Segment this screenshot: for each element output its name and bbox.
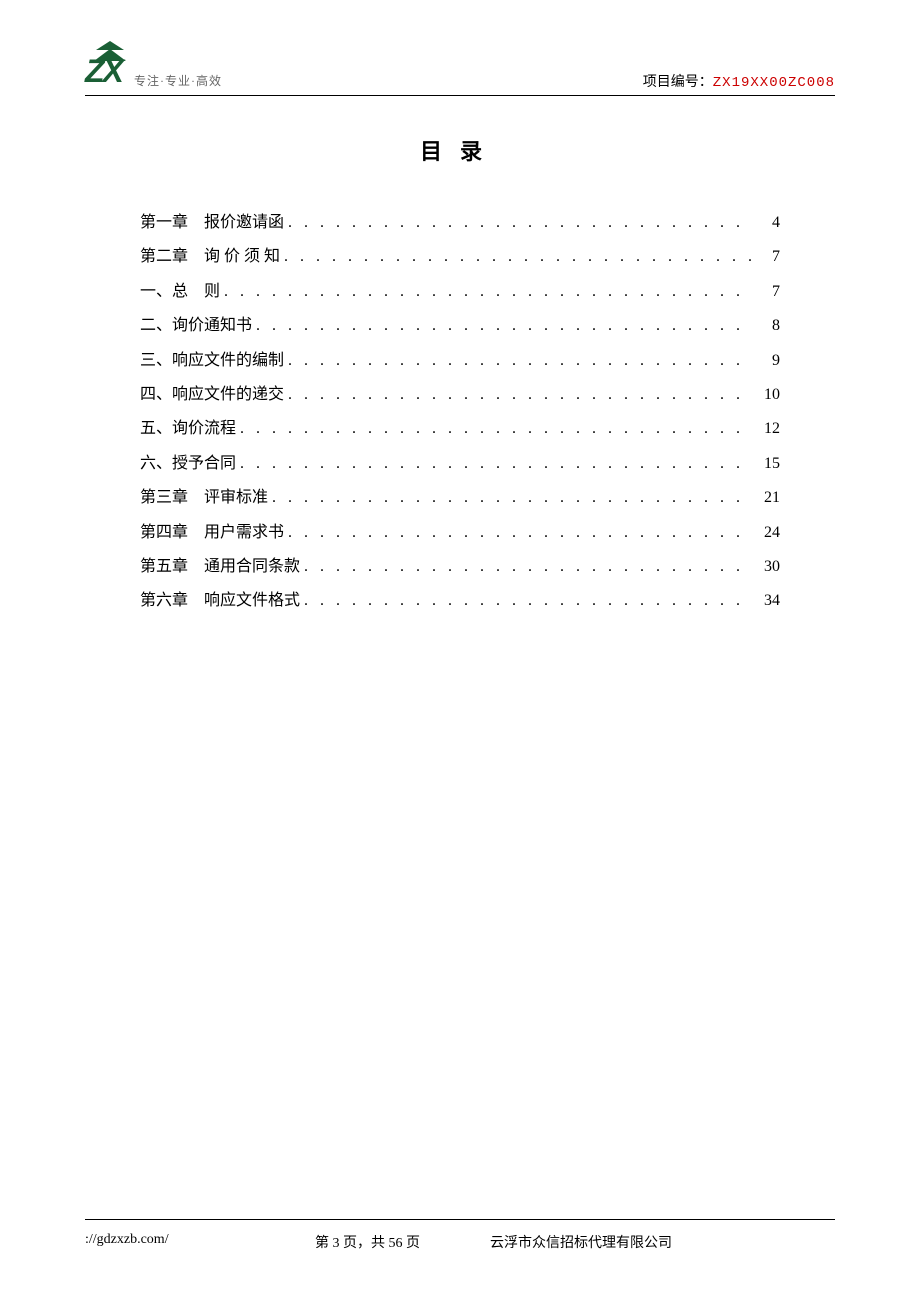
toc-page: 10 (756, 378, 780, 412)
header-left: ZX 专注·专业·高效 (85, 55, 222, 91)
toc-label: 三、响应文件的编制 (140, 344, 284, 378)
toc-label: 一、总 则 (140, 275, 220, 309)
toc-dots (240, 412, 752, 446)
project-code: ZX19XX00ZC008 (713, 75, 835, 91)
toc-row: 二、询价通知书 8 (140, 309, 780, 343)
toc-row: 五、询价流程 12 (140, 412, 780, 446)
toc-row: 第五章 通用合同条款 30 (140, 550, 780, 584)
logo-icon: ZX (85, 55, 131, 91)
footer-company: 云浮市众信招标代理有限公司 (490, 1232, 672, 1252)
toc-page: 4 (756, 206, 780, 240)
toc-page: 12 (756, 412, 780, 446)
toc-label: 二、询价通知书 (140, 309, 252, 343)
toc-row: 一、总 则 7 (140, 275, 780, 309)
toc-page: 30 (756, 550, 780, 584)
toc-label: 六、授予合同 (140, 447, 236, 481)
toc-dots (304, 550, 752, 584)
toc-label: 第三章 评审标准 (140, 481, 268, 515)
document-page: ZX 专注·专业·高效 项目编号：ZX19XX00ZC008 目录 第一章 报价… (0, 0, 920, 1302)
tagline: 专注·专业·高效 (134, 72, 222, 89)
toc-dots (272, 481, 752, 515)
toc-dots (256, 309, 752, 343)
project-label: 项目编号： (643, 75, 713, 90)
toc-title: 目录 (85, 134, 835, 166)
toc-label: 第四章 用户需求书 (140, 516, 284, 550)
toc-row: 六、授予合同 15 (140, 447, 780, 481)
project-number: 项目编号：ZX19XX00ZC008 (643, 71, 835, 91)
toc-label: 第六章 响应文件格式 (140, 584, 300, 618)
logo-text: ZX (85, 55, 131, 87)
toc-dots (284, 240, 752, 274)
toc-row: 第一章 报价邀请函 4 (140, 206, 780, 240)
toc-page: 21 (756, 481, 780, 515)
toc-label: 第五章 通用合同条款 (140, 550, 300, 584)
toc-row: 第二章 询 价 须 知 7 (140, 240, 780, 274)
toc-row: 第六章 响应文件格式 34 (140, 584, 780, 618)
toc-page: 24 (756, 516, 780, 550)
toc-page: 8 (756, 309, 780, 343)
footer-url: ://gdzxzb.com/ (85, 1232, 245, 1252)
toc-label: 四、响应文件的递交 (140, 378, 284, 412)
toc-page: 34 (756, 584, 780, 618)
toc-dots (288, 344, 752, 378)
toc-label: 五、询价流程 (140, 412, 236, 446)
footer-page: 第 3 页，共 56 页 (315, 1232, 420, 1252)
toc-page: 7 (756, 240, 780, 274)
toc-row: 四、响应文件的递交 10 (140, 378, 780, 412)
toc-dots (304, 584, 752, 618)
toc-row: 第三章 评审标准 21 (140, 481, 780, 515)
toc-label: 第二章 询 价 须 知 (140, 240, 280, 274)
toc-dots (288, 378, 752, 412)
toc-dots (288, 206, 752, 240)
toc-page: 9 (756, 344, 780, 378)
page-header: ZX 专注·专业·高效 项目编号：ZX19XX00ZC008 (85, 55, 835, 96)
toc-row: 第四章 用户需求书 24 (140, 516, 780, 550)
page-footer: ://gdzxzb.com/ 第 3 页，共 56 页 云浮市众信招标代理有限公… (85, 1219, 835, 1252)
toc-row: 三、响应文件的编制 9 (140, 344, 780, 378)
toc-dots (240, 447, 752, 481)
toc-page: 7 (756, 275, 780, 309)
toc-label: 第一章 报价邀请函 (140, 206, 284, 240)
toc-dots (288, 516, 752, 550)
toc-dots (224, 275, 752, 309)
table-of-contents: 第一章 报价邀请函4第二章 询 价 须 知7一、总 则7二、询价通知书8三、响应… (85, 206, 835, 619)
toc-page: 15 (756, 447, 780, 481)
